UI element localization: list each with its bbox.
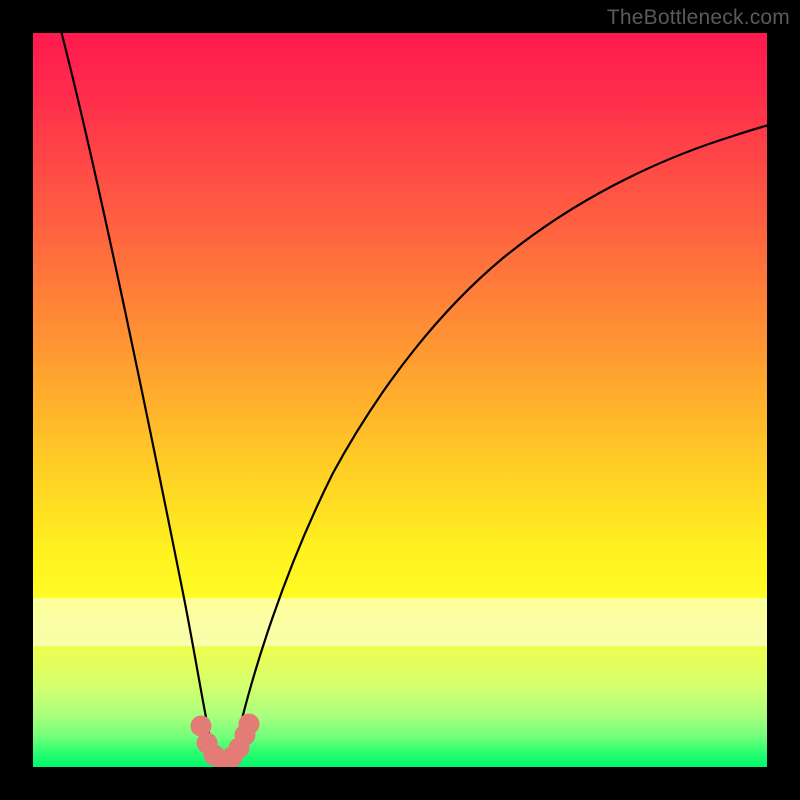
curve-layer bbox=[33, 33, 767, 767]
plot-area bbox=[33, 33, 767, 767]
bottleneck-curve bbox=[59, 33, 767, 759]
marker-cluster bbox=[195, 718, 255, 766]
watermark-text: TheBottleneck.com bbox=[607, 6, 790, 30]
chart-frame: TheBottleneck.com bbox=[0, 0, 800, 800]
